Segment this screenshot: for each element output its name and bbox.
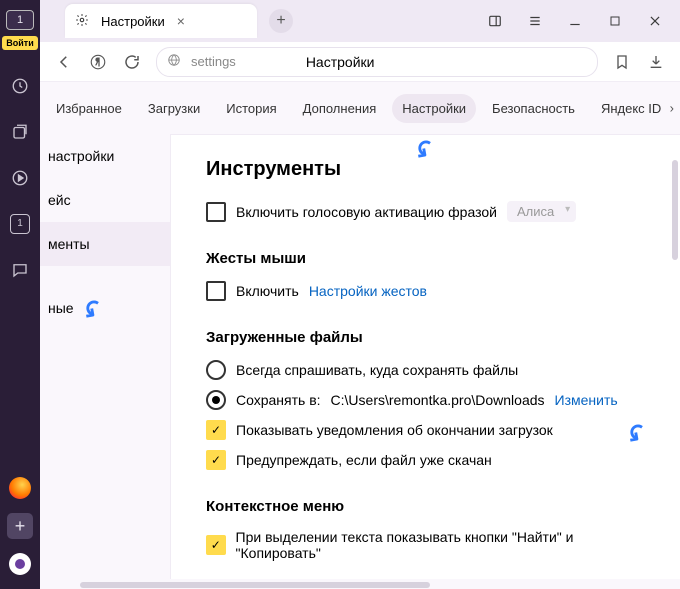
horizontal-scrollbar[interactable] [40,579,680,589]
close-icon[interactable] [648,14,662,28]
mouse-gestures-checkbox[interactable] [206,281,226,301]
menu-icon[interactable] [528,14,542,28]
selection-buttons-label: При выделении текста показывать кнопки "… [236,529,650,561]
gear-icon [75,13,89,30]
vertical-scrollbar-thumb[interactable] [672,160,678,260]
subnav-item-2[interactable]: менты [40,222,170,266]
badge-count: 1 [17,14,23,26]
subnav-item-1[interactable]: ейс [40,178,170,222]
show-download-notifications-label: Показывать уведомления об окончании загр… [236,422,553,438]
address-bar: settings Настройки [40,42,680,82]
bookmark-icon[interactable] [612,52,632,72]
show-download-notifications-checkbox[interactable] [206,420,226,440]
save-path: C:\Users\remontka.pro\Downloads [331,392,545,408]
title-bar: Настройки × + [40,0,680,42]
browser-tab[interactable]: Настройки × [65,4,257,38]
maximize-icon[interactable] [608,14,622,28]
download-icon[interactable] [646,52,666,72]
add-panel-button[interactable]: + [7,513,33,539]
settings-content: Инструменты Включить голосовую активацию… [170,134,670,589]
mouse-gestures-settings-link[interactable]: Настройки жестов [309,283,427,299]
alice-icon[interactable] [9,477,31,499]
new-tab-button[interactable]: + [269,9,293,33]
url-text: settings [191,54,236,69]
always-ask-radio[interactable] [206,360,226,380]
window-controls [488,14,680,28]
chat-icon[interactable] [10,260,30,280]
page-title: Настройки [306,54,375,70]
collections-icon[interactable] [10,122,30,142]
nav-yandex-id[interactable]: Яндекс ID [591,94,671,123]
app-sidebar: 1 Войти 1 + [0,0,40,589]
section-context-title: Контекстное меню [206,498,650,515]
history-icon[interactable] [10,76,30,96]
section-mouse-title: Жесты мыши [206,250,650,267]
nav-addons[interactable]: Дополнения [293,94,387,123]
globe-icon [167,53,181,70]
window-count-icon[interactable]: 1 [10,214,30,234]
horizontal-scrollbar-thumb[interactable] [80,582,430,588]
reload-icon[interactable] [122,52,142,72]
voice-phrase-select[interactable]: Алиса [507,201,576,222]
panel-toggle-icon[interactable] [488,14,502,28]
warn-duplicate-checkbox[interactable] [206,450,226,470]
always-ask-label: Всегда спрашивать, куда сохранять файлы [236,362,518,378]
voice-activation-label: Включить голосовую активацию фразой [236,204,497,220]
change-path-link[interactable]: Изменить [555,392,618,408]
login-button[interactable]: Войти [2,36,37,50]
nav-security[interactable]: Безопасность [482,94,585,123]
url-field[interactable]: settings Настройки [156,47,598,77]
back-icon[interactable] [54,52,74,72]
tab-title: Настройки [101,14,165,29]
tab-count-badge[interactable]: 1 [6,10,34,30]
play-icon[interactable] [10,168,30,188]
mouse-gestures-label: Включить [236,283,299,299]
tab-close-icon[interactable]: × [177,13,185,29]
assistant-button[interactable] [9,553,31,575]
settings-nav: Избранное Загрузки История Дополнения На… [40,82,680,135]
voice-activation-checkbox[interactable] [206,202,226,222]
save-to-radio[interactable] [206,390,226,410]
save-to-label: Сохранять в: [236,392,321,408]
nav-downloads[interactable]: Загрузки [138,94,210,123]
nav-settings[interactable]: Настройки [392,94,476,123]
nav-favorites[interactable]: Избранное [46,94,132,123]
yandex-home-icon[interactable] [88,52,108,72]
settings-subnav: настройки ейс менты ные [40,134,171,589]
section-downloads-title: Загруженные файлы [206,329,650,346]
subnav-item-0[interactable]: настройки [40,134,170,178]
nav-history[interactable]: История [216,94,286,123]
warn-duplicate-label: Предупреждать, если файл уже скачан [236,452,492,468]
selection-buttons-checkbox[interactable] [206,535,226,555]
nav-scroll-right-icon[interactable]: › [670,101,674,116]
minimize-icon[interactable] [568,14,582,28]
